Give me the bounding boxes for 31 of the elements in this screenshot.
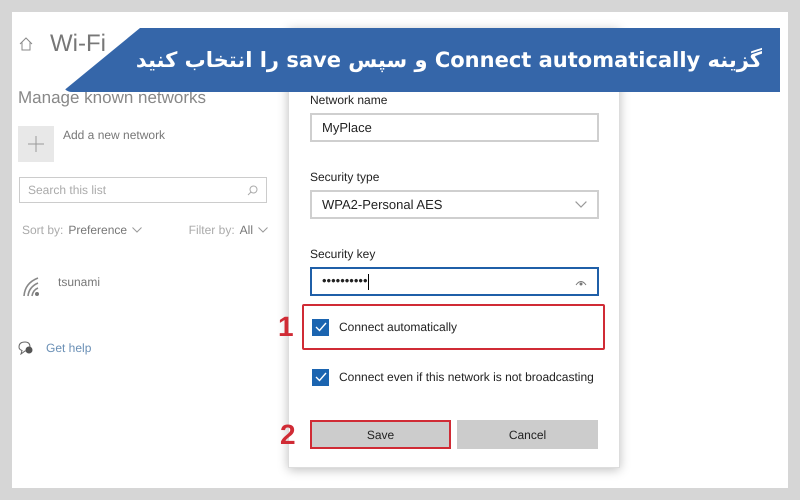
checkbox-label[interactable]: Connect automatically [339, 320, 458, 334]
checkbox-label[interactable]: Connect even if this network is not broadcasting [339, 370, 594, 384]
chevron-down-icon [132, 227, 142, 233]
add-network-button[interactable] [18, 126, 54, 162]
chevron-down-icon [575, 200, 587, 208]
sort-dropdown[interactable]: Sort by: Preference [22, 223, 142, 237]
search-icon [247, 184, 258, 196]
text-field[interactable]: MyPlace [310, 113, 599, 142]
filter-dropdown[interactable]: Filter by: All [188, 223, 268, 237]
section-heading: Manage known networks [18, 88, 208, 108]
add-network-label[interactable]: Add a new network [63, 127, 166, 143]
home-icon[interactable] [18, 36, 34, 52]
step-number: 2 [280, 420, 296, 448]
checkmark-icon [314, 372, 326, 382]
password-field[interactable]: •••••••••• [310, 267, 599, 296]
checkmark-icon [314, 322, 326, 332]
checkbox[interactable] [312, 318, 329, 336]
cancel-button[interactable]: Cancel [457, 420, 598, 449]
field-label: Security key [310, 247, 376, 261]
help-chat-icon [18, 341, 34, 355]
step-number: 1 [278, 313, 294, 341]
field-label: Network name [310, 93, 388, 107]
page-title: Wi-Fi [50, 30, 106, 58]
security-type-dropdown[interactable]: WPA2-Personal AES [310, 190, 599, 219]
plus-icon [28, 136, 44, 152]
network-name[interactable]: tsunami [58, 274, 100, 290]
chevron-down-icon [258, 227, 268, 233]
save-button[interactable]: Save [310, 420, 451, 449]
caption-text: گزینه Connect automatically و سپس save را انتخاب کنید [136, 48, 762, 72]
field-label: Security type [310, 170, 380, 184]
checkbox[interactable] [312, 368, 329, 386]
